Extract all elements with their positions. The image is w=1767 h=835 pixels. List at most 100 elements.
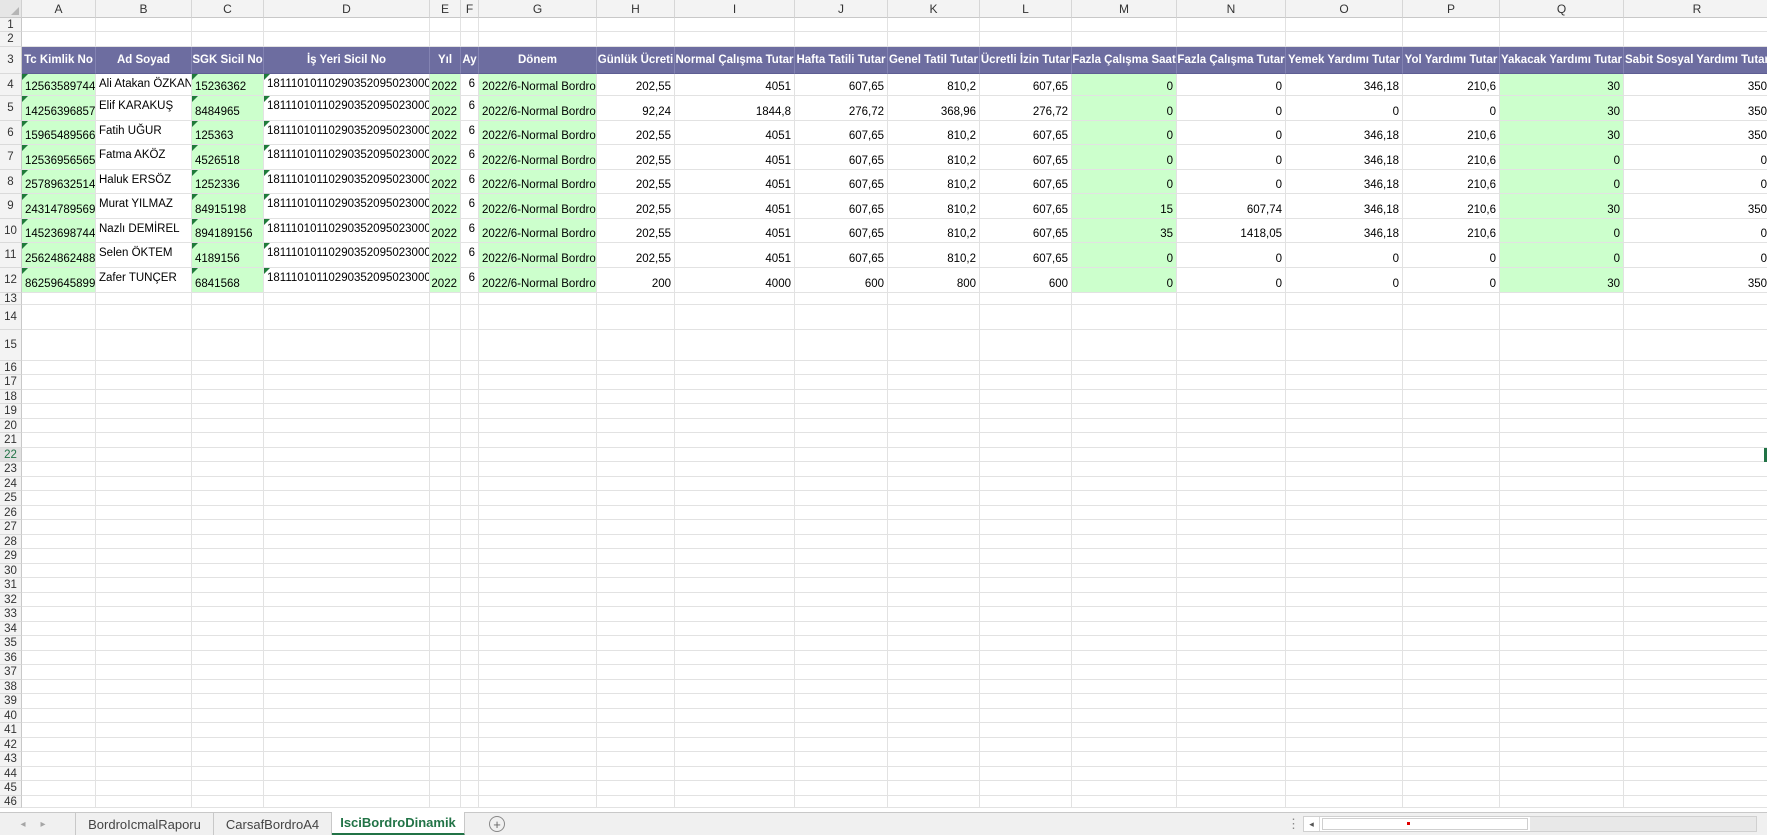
empty-cell[interactable] — [461, 491, 479, 506]
empty-cell[interactable] — [96, 694, 192, 709]
data-cell[interactable]: 607,65 — [795, 170, 888, 194]
empty-cell[interactable] — [1500, 419, 1624, 433]
empty-cell[interactable] — [430, 651, 461, 665]
empty-cell[interactable] — [430, 564, 461, 578]
data-cell[interactable]: 202,55 — [597, 121, 675, 145]
empty-cell[interactable] — [1624, 564, 1767, 578]
empty-cell[interactable] — [888, 796, 980, 808]
empty-cell[interactable] — [1624, 390, 1767, 404]
header-cell[interactable]: Günlük Ücreti — [597, 47, 675, 74]
empty-cell[interactable] — [795, 796, 888, 808]
row-header-8[interactable]: 8 — [0, 170, 22, 194]
data-cell[interactable]: 1418,05 — [1177, 219, 1286, 243]
empty-cell[interactable] — [1403, 32, 1500, 47]
empty-cell[interactable] — [597, 578, 675, 593]
empty-cell[interactable] — [192, 448, 264, 462]
empty-cell[interactable] — [597, 651, 675, 665]
empty-cell[interactable] — [675, 520, 795, 535]
empty-cell[interactable] — [675, 781, 795, 796]
empty-cell[interactable] — [1177, 665, 1286, 680]
empty-cell[interactable] — [1286, 738, 1403, 752]
empty-cell[interactable] — [1624, 767, 1767, 781]
empty-cell[interactable] — [264, 796, 430, 808]
empty-cell[interactable] — [96, 535, 192, 549]
empty-cell[interactable] — [980, 305, 1072, 330]
row-header-18[interactable]: 18 — [0, 390, 22, 404]
empty-cell[interactable] — [980, 723, 1072, 738]
row-header-16[interactable]: 16 — [0, 361, 22, 375]
empty-cell[interactable] — [461, 390, 479, 404]
empty-cell[interactable] — [675, 433, 795, 448]
empty-cell[interactable] — [1177, 18, 1286, 32]
empty-cell[interactable] — [264, 781, 430, 796]
empty-cell[interactable] — [430, 535, 461, 549]
empty-cell[interactable] — [1177, 578, 1286, 593]
empty-cell[interactable] — [888, 419, 980, 433]
empty-cell[interactable] — [479, 520, 597, 535]
empty-cell[interactable] — [1500, 433, 1624, 448]
empty-cell[interactable] — [675, 665, 795, 680]
empty-cell[interactable] — [675, 549, 795, 564]
empty-cell[interactable] — [1072, 520, 1177, 535]
data-cell[interactable]: 25789632514 — [22, 170, 96, 194]
empty-cell[interactable] — [597, 491, 675, 506]
empty-cell[interactable] — [1286, 330, 1403, 361]
empty-cell[interactable] — [597, 506, 675, 520]
empty-cell[interactable] — [795, 32, 888, 47]
empty-cell[interactable] — [96, 448, 192, 462]
empty-cell[interactable] — [479, 636, 597, 651]
empty-cell[interactable] — [96, 622, 192, 636]
empty-cell[interactable] — [479, 709, 597, 723]
empty-cell[interactable] — [430, 607, 461, 622]
empty-cell[interactable] — [1286, 709, 1403, 723]
empty-cell[interactable] — [795, 607, 888, 622]
empty-cell[interactable] — [479, 390, 597, 404]
data-cell[interactable]: 2022/6-Normal Bordro — [479, 194, 597, 219]
empty-cell[interactable] — [264, 593, 430, 607]
empty-cell[interactable] — [192, 607, 264, 622]
data-cell[interactable]: 6 — [461, 74, 479, 96]
row-header-2[interactable]: 2 — [0, 32, 22, 47]
empty-cell[interactable] — [192, 375, 264, 390]
empty-cell[interactable] — [1500, 723, 1624, 738]
empty-cell[interactable] — [1403, 578, 1500, 593]
data-cell[interactable]: 2022 — [430, 96, 461, 121]
empty-cell[interactable] — [479, 622, 597, 636]
empty-cell[interactable] — [888, 680, 980, 694]
empty-cell[interactable] — [675, 564, 795, 578]
column-header-q[interactable]: Q — [1500, 0, 1624, 18]
empty-cell[interactable] — [430, 390, 461, 404]
empty-cell[interactable] — [96, 293, 192, 305]
empty-cell[interactable] — [980, 651, 1072, 665]
empty-cell[interactable] — [22, 738, 96, 752]
empty-cell[interactable] — [22, 520, 96, 535]
empty-cell[interactable] — [1403, 752, 1500, 767]
empty-cell[interactable] — [192, 18, 264, 32]
data-cell[interactable]: 15236362 — [192, 74, 264, 96]
empty-cell[interactable] — [479, 293, 597, 305]
row-header-27[interactable]: 27 — [0, 520, 22, 535]
empty-cell[interactable] — [264, 549, 430, 564]
data-cell[interactable]: 810,2 — [888, 243, 980, 268]
empty-cell[interactable] — [888, 477, 980, 491]
empty-cell[interactable] — [264, 419, 430, 433]
empty-cell[interactable] — [1403, 361, 1500, 375]
data-cell[interactable]: 0 — [1072, 145, 1177, 170]
empty-cell[interactable] — [22, 390, 96, 404]
empty-cell[interactable] — [22, 361, 96, 375]
empty-cell[interactable] — [479, 330, 597, 361]
empty-cell[interactable] — [1177, 462, 1286, 477]
empty-cell[interactable] — [1286, 32, 1403, 47]
empty-cell[interactable] — [795, 723, 888, 738]
row-header-12[interactable]: 12 — [0, 268, 22, 293]
data-cell[interactable]: 202,55 — [597, 170, 675, 194]
empty-cell[interactable] — [675, 305, 795, 330]
empty-cell[interactable] — [1286, 593, 1403, 607]
empty-cell[interactable] — [888, 781, 980, 796]
empty-cell[interactable] — [888, 462, 980, 477]
empty-cell[interactable] — [96, 636, 192, 651]
empty-cell[interactable] — [1177, 390, 1286, 404]
header-cell[interactable]: Yıl — [430, 47, 461, 74]
empty-cell[interactable] — [980, 404, 1072, 419]
empty-cell[interactable] — [1500, 361, 1624, 375]
